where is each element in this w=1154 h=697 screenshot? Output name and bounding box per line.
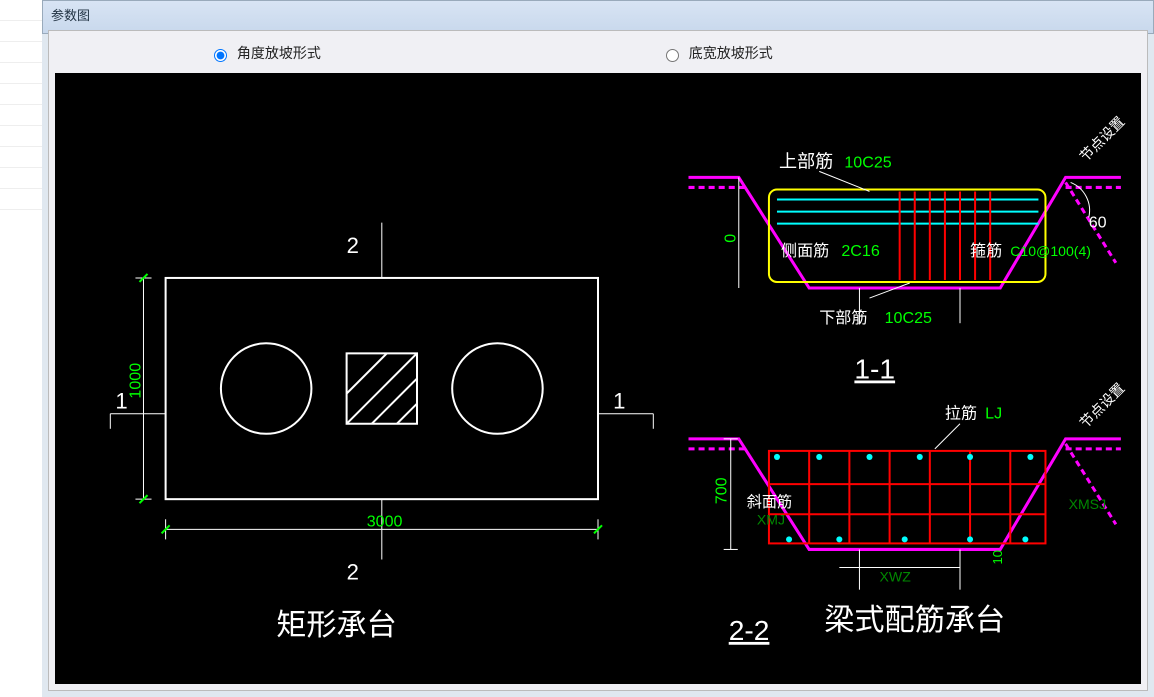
sec22-slope-right: XMSJ — [1069, 496, 1107, 512]
sec22-title: 2-2 — [729, 615, 770, 646]
sec11-angle: 60 — [1089, 214, 1107, 232]
sec22-tie-value: LJ — [985, 405, 1002, 423]
sec11-side-rebar-label: 侧面筋 — [781, 242, 829, 260]
sec11-top-rebar-label: 上部筋 — [779, 151, 833, 171]
section-1-1: 0 60 上部筋 10C25 侧面筋 2C16 箍筋 C10@100(4) 下部… — [689, 113, 1128, 384]
sec22-tie-label: 拉筋 — [945, 405, 977, 423]
radio-width-slope[interactable]: 底宽放坡形式 — [661, 43, 773, 63]
dim-height: 1000 — [126, 363, 144, 399]
sec22-slope-label: 斜面筋 — [747, 494, 792, 511]
sec22-node-setting: 节点设置 — [1077, 380, 1128, 431]
sec11-title: 1-1 — [854, 354, 895, 385]
radio-width-slope-input[interactable] — [666, 49, 679, 62]
sec22-dim-h: 700 — [713, 477, 731, 504]
section-mark-1-right: 1 — [613, 389, 625, 414]
row-gutter — [0, 0, 43, 697]
section-2-2: 700 10 拉筋 LJ 斜面筋 XMJ XMSJ XWZ 节点设置 — [689, 380, 1128, 646]
radio-angle-slope[interactable]: 角度放坡形式 — [209, 43, 321, 63]
pile-circle-right — [452, 343, 543, 434]
sec11-bottom-rebar-value: 10C25 — [885, 309, 932, 327]
radio-width-slope-label: 底宽放坡形式 — [689, 45, 773, 61]
sec11-dim-h: 0 — [722, 234, 740, 243]
sec11-node-setting: 节点设置 — [1077, 113, 1128, 164]
section-mark-2-top: 2 — [347, 233, 359, 258]
drawing-canvas: 2 2 1 1 — [55, 73, 1141, 684]
dim-width: 3000 — [367, 512, 403, 530]
sec22-dim-corner: 10 — [990, 550, 1005, 565]
plan-title: 矩形承台 — [276, 608, 397, 642]
pile-circle-left — [221, 343, 311, 434]
sec11-stirrup-label: 箍筋 — [970, 242, 1002, 260]
sec11-top-rebar-value: 10C25 — [844, 153, 891, 171]
sec22-bottom-code: XWZ — [880, 569, 912, 585]
column-hatch — [321, 328, 457, 454]
radio-angle-slope-label: 角度放坡形式 — [237, 45, 321, 61]
sec22-subtitle: 梁式配筋承台 — [824, 603, 1005, 637]
section-mark-2-bottom: 2 — [347, 560, 359, 585]
panel-title: 参数图 — [42, 0, 1154, 34]
sec11-stirrup-value: C10@100(4) — [1010, 243, 1091, 259]
sec11-side-rebar-value: 2C16 — [841, 242, 879, 260]
slope-mode-radios: 角度放坡形式 底宽放坡形式 — [49, 39, 1147, 67]
sec11-bottom-rebar-label: 下部筋 — [819, 309, 867, 327]
sec22-slope-value: XMJ — [757, 511, 785, 527]
radio-angle-slope-input[interactable] — [214, 49, 227, 62]
